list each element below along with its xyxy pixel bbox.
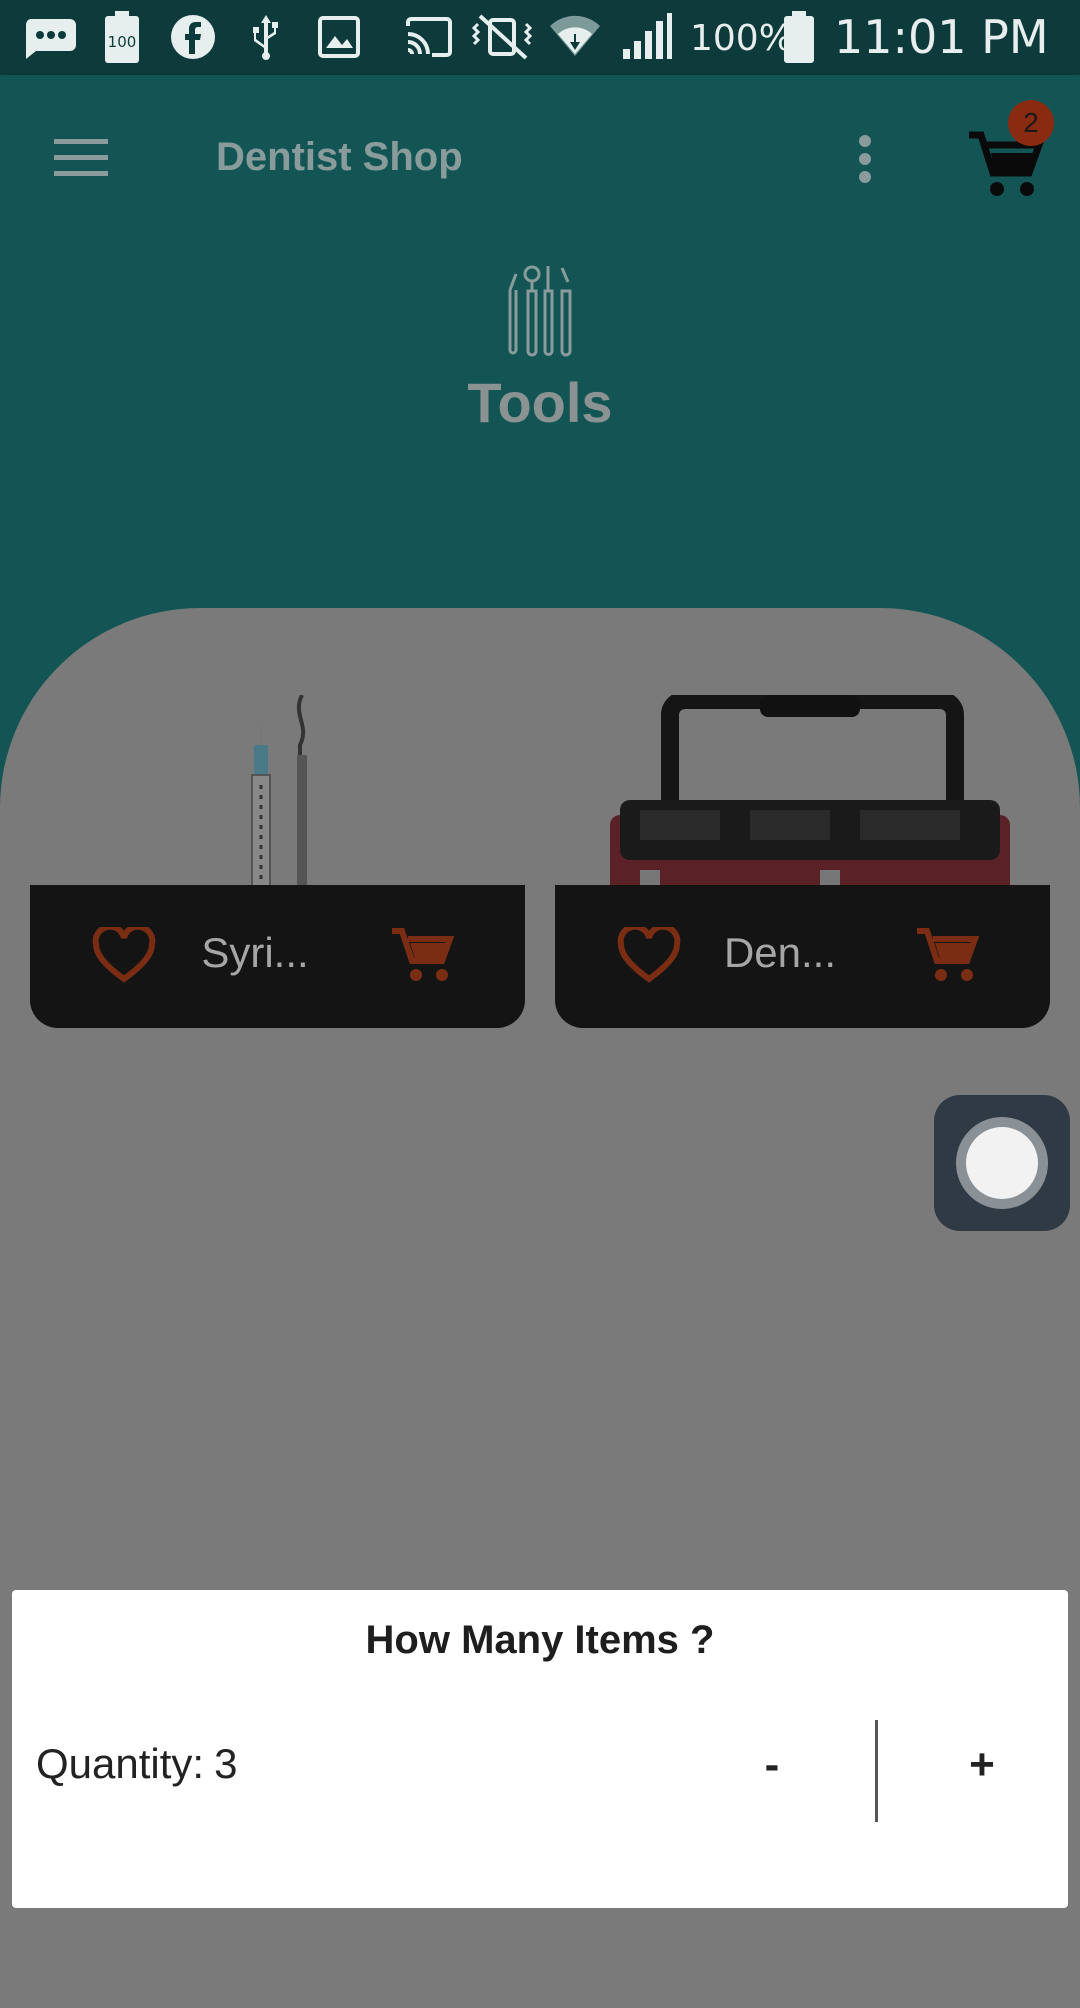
- product-name: Syri...: [201, 929, 309, 976]
- decrease-quantity-button[interactable]: -: [712, 1720, 832, 1810]
- battery-percent: 100%: [690, 18, 793, 59]
- more-options-icon[interactable]: [845, 131, 885, 191]
- add-to-cart-icon[interactable]: [915, 925, 981, 987]
- quantity-label: Quantity: 3: [36, 1740, 237, 1788]
- add-to-cart-icon[interactable]: [390, 925, 456, 987]
- favorite-heart-icon[interactable]: [617, 923, 681, 985]
- facebook-icon: [168, 12, 218, 62]
- hamburger-menu-icon[interactable]: [50, 133, 114, 183]
- battery-icon: [782, 11, 816, 63]
- assistive-touch-button[interactable]: [934, 1095, 1070, 1231]
- quantity-dialog: How Many Items ? Quantity: 3 - +: [12, 1590, 1068, 1908]
- cart-count-badge: 2: [1008, 100, 1054, 146]
- product-card[interactable]: Den...: [555, 885, 1050, 1028]
- svg-text:100: 100: [108, 33, 137, 51]
- increase-quantity-button[interactable]: +: [922, 1720, 1042, 1810]
- dialog-title: How Many Items ?: [365, 1618, 715, 1662]
- quantity-value: 3: [214, 1740, 238, 1787]
- message-icon: [20, 12, 80, 62]
- product-name: Den...: [723, 929, 837, 976]
- vibrate-off-icon: [466, 12, 538, 62]
- assistive-dot-icon: [966, 1127, 1038, 1199]
- status-time: 11:01 PM: [834, 10, 1049, 64]
- image-icon: [316, 12, 362, 62]
- button-divider: [875, 1720, 878, 1822]
- quantity-label-text: Quantity:: [36, 1740, 205, 1787]
- cast-icon: [402, 12, 456, 62]
- dental-tools-icon: [500, 260, 580, 360]
- usb-icon: [244, 12, 288, 62]
- signal-icon: [620, 12, 674, 62]
- favorite-heart-icon[interactable]: [92, 923, 156, 985]
- status-bar: 100 100% 11:01 PM: [0, 0, 1080, 75]
- product-card[interactable]: Syri...: [30, 885, 525, 1028]
- category-title: Tools: [467, 371, 613, 434]
- wifi-icon: [548, 12, 602, 62]
- app-bar: Dentist Shop Tools: [0, 75, 1080, 458]
- battery-100-icon: 100: [100, 11, 144, 63]
- app-title: Dentist Shop: [216, 135, 463, 179]
